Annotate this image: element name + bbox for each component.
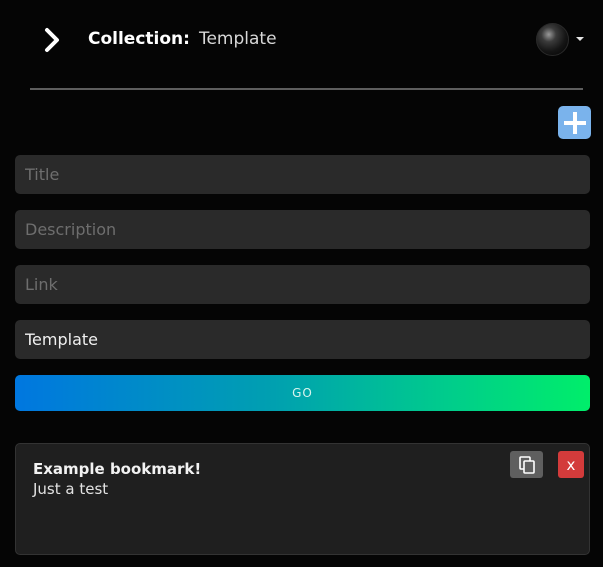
chevron-right-icon (45, 28, 59, 52)
add-bookmark-button[interactable] (558, 106, 591, 139)
link-input[interactable] (15, 265, 590, 304)
bookmark-app: Collection: Template GO Example bookmark… (0, 0, 603, 567)
copy-button[interactable] (510, 451, 543, 478)
header: Collection: Template (0, 0, 603, 80)
caret-down-icon (576, 37, 584, 41)
description-input[interactable] (15, 210, 590, 249)
profile-menu-button[interactable] (536, 22, 592, 56)
bookmark-card: Example bookmark! Just a test x (15, 443, 590, 555)
avatar (536, 22, 569, 56)
menu-toggle-button[interactable] (34, 22, 70, 58)
collection-label: Collection: (88, 29, 190, 49)
title-input[interactable] (15, 155, 590, 194)
collection-name: Template (198, 29, 277, 49)
copy-icon (518, 455, 535, 474)
bookmark-title: Example bookmark! (33, 460, 202, 478)
page-title: Collection: Template (88, 29, 277, 53)
collection-input[interactable] (15, 320, 590, 359)
plus-icon (563, 111, 586, 134)
header-divider (30, 88, 583, 90)
delete-button[interactable]: x (558, 451, 584, 478)
go-button[interactable]: GO (15, 375, 590, 411)
bookmark-description: Just a test (33, 480, 109, 498)
